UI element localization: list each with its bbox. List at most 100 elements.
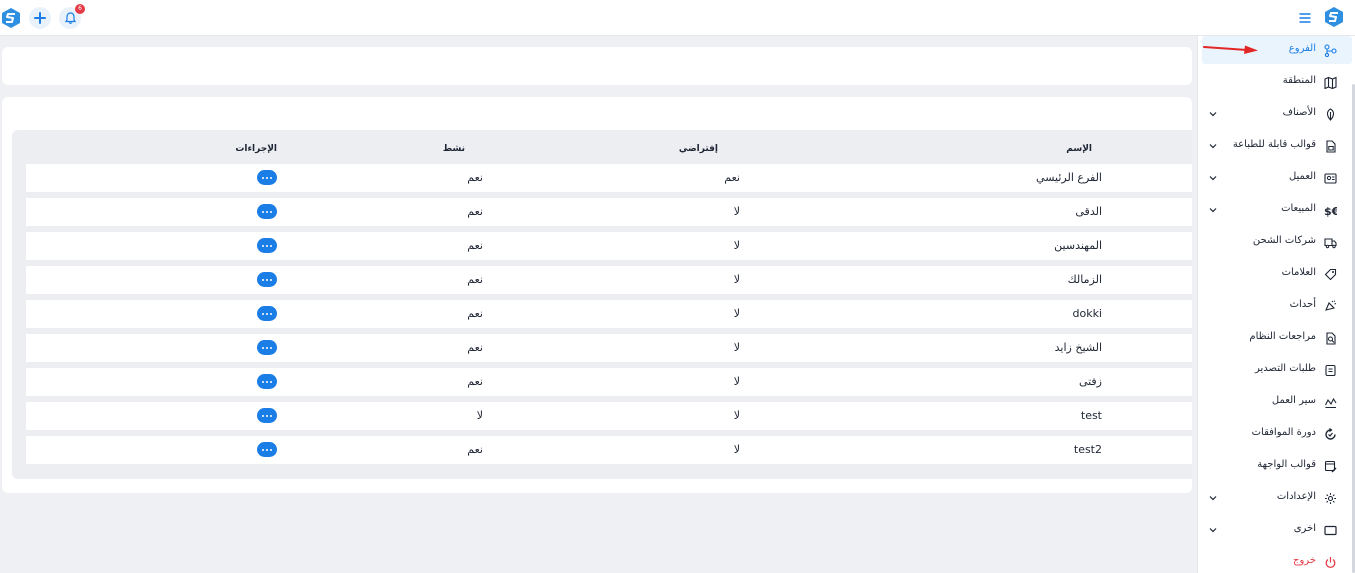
sidebar-item-approval-cycle[interactable]: دورة الموافقات — [1202, 420, 1352, 448]
notifications-button[interactable]: 6 — [59, 4, 85, 29]
column-header-default[interactable]: إفتراضي — [679, 144, 718, 154]
sidebar-item-truck[interactable]: شركات الشحن — [1202, 228, 1352, 256]
leaf-icon — [1324, 108, 1337, 121]
column-header-active[interactable]: نشط — [443, 144, 465, 154]
sidebar-item-tag[interactable]: العلامات — [1202, 260, 1352, 288]
map-icon — [1324, 76, 1337, 89]
more-icon — [262, 414, 272, 417]
cell-name: الفرع الرئيسي — [1036, 171, 1102, 184]
row-actions-button[interactable] — [257, 272, 277, 287]
add-button[interactable] — [29, 7, 51, 29]
cell-name: test2 — [1073, 443, 1102, 456]
svg-text:$€: $€ — [1324, 205, 1337, 217]
chevron-down-icon[interactable] — [1208, 525, 1218, 535]
more-icon — [262, 312, 272, 315]
chevron-down-icon[interactable] — [1208, 109, 1218, 119]
table-row[interactable]: الزمالك لا نعم — [26, 266, 1192, 294]
hamburger-icon — [1299, 13, 1311, 23]
sidebar-item-power[interactable]: خروج — [1202, 548, 1352, 573]
sidebar-item-gear[interactable]: الإعدادات — [1202, 484, 1352, 512]
branches-table-card: الإسم إفتراضي نشط الإجراءات الفرع الرئيس… — [2, 97, 1192, 493]
app-logo-right[interactable] — [1323, 6, 1345, 28]
table-row[interactable]: dokki لا نعم — [26, 300, 1192, 328]
branch-icon — [1324, 44, 1337, 57]
table-row[interactable]: الفرع الرئيسي نعم نعم — [26, 164, 1192, 192]
sidebar-item-label: العميل — [1288, 171, 1316, 182]
sidebar-item-window[interactable]: اخرى — [1202, 516, 1352, 544]
app-logo-left[interactable] — [0, 7, 22, 29]
cell-default: لا — [733, 239, 740, 252]
column-header-name[interactable]: الإسم — [1066, 144, 1092, 154]
row-actions-button[interactable] — [257, 340, 277, 355]
audit-icon — [1324, 332, 1337, 345]
sidebar-item-label: خروج — [1293, 555, 1316, 566]
more-icon — [262, 244, 272, 247]
sidebar-item-currency[interactable]: المبيعات $€ — [1202, 196, 1352, 224]
sidebar-item-customer[interactable]: العميل — [1202, 164, 1352, 192]
sidebar-item-workflow[interactable]: سير العمل — [1202, 388, 1352, 416]
row-actions-button[interactable] — [257, 170, 277, 185]
sidebar-item-label: الإعدادات — [1276, 491, 1316, 502]
cell-name: dokki — [1072, 307, 1102, 320]
event-icon — [1324, 300, 1337, 313]
sidebar-item-leaf[interactable]: الأصناف — [1202, 100, 1352, 128]
sidebar-item-event[interactable]: أحداث — [1202, 292, 1352, 320]
cell-default: لا — [733, 273, 740, 286]
sidebar-item-label: قوالب قابلة للطباعة — [1232, 139, 1316, 150]
more-icon — [262, 278, 272, 281]
more-icon — [262, 176, 272, 179]
cell-name: الزمالك — [1067, 273, 1102, 286]
filter-panel — [2, 47, 1192, 85]
sidebar-item-label: دورة الموافقات — [1251, 427, 1316, 438]
row-actions-button[interactable] — [257, 442, 277, 457]
sidebar-item-audit[interactable]: مراجعات النظام — [1202, 324, 1352, 352]
cell-default: لا — [733, 205, 740, 218]
more-icon — [262, 346, 272, 349]
cell-default: لا — [733, 307, 740, 320]
sidebar-item-label: العلامات — [1281, 267, 1316, 278]
cell-active: نعم — [467, 443, 483, 456]
row-actions-button[interactable] — [257, 238, 277, 253]
cell-default: لا — [733, 375, 740, 388]
menu-toggle-button[interactable] — [1297, 10, 1313, 26]
sidebar-item-map[interactable]: المنطقة — [1202, 68, 1352, 96]
bell-icon — [64, 12, 76, 24]
customer-icon — [1324, 172, 1337, 185]
chevron-down-icon[interactable] — [1208, 141, 1218, 151]
table-header: الإسم إفتراضي نشط الإجراءات — [12, 140, 1192, 160]
row-actions-button[interactable] — [257, 306, 277, 321]
cell-default: لا — [733, 341, 740, 354]
sidebar-item-ui-template[interactable]: قوالب الواجهة — [1202, 452, 1352, 480]
row-actions-button[interactable] — [257, 408, 277, 423]
table-row[interactable]: الشيخ زايد لا نعم — [26, 334, 1192, 362]
cell-name: الدقى — [1075, 205, 1102, 218]
cell-name: test — [1080, 409, 1102, 422]
sidebar-item-label: الأصناف — [1282, 107, 1316, 118]
cell-active: نعم — [467, 273, 483, 286]
currency-icon: $€ — [1324, 204, 1337, 217]
sidebar: الفروع المنطقة الأصناف قوالب قابلة للطباعة ا… — [1197, 36, 1355, 573]
table-row[interactable]: test2 لا نعم — [26, 436, 1192, 464]
print-template-icon — [1324, 140, 1337, 153]
cell-default: نعم — [724, 171, 740, 184]
table-row[interactable]: test لا لا — [26, 402, 1192, 430]
branches-table: الإسم إفتراضي نشط الإجراءات الفرع الرئيس… — [12, 130, 1192, 479]
gear-icon — [1324, 492, 1337, 505]
sidebar-item-print-template[interactable]: قوالب قابلة للطباعة — [1202, 132, 1352, 160]
chevron-down-icon[interactable] — [1208, 205, 1218, 215]
chevron-down-icon[interactable] — [1208, 493, 1218, 503]
ui-template-icon — [1324, 460, 1337, 473]
row-actions-button[interactable] — [257, 374, 277, 389]
sidebar-item-label: أحداث — [1289, 299, 1316, 310]
chevron-down-icon[interactable] — [1208, 173, 1218, 183]
cell-default: لا — [733, 443, 740, 456]
more-icon — [262, 380, 272, 383]
annotation-arrow-icon — [1203, 45, 1258, 54]
cell-name: زفتى — [1078, 375, 1102, 388]
row-actions-button[interactable] — [257, 204, 277, 219]
sidebar-item-label: قوالب الواجهة — [1257, 459, 1316, 470]
sidebar-item-export[interactable]: طلبات التصدير — [1202, 356, 1352, 384]
table-row[interactable]: المهندسين لا نعم — [26, 232, 1192, 260]
table-row[interactable]: زفتى لا نعم — [26, 368, 1192, 396]
table-row[interactable]: الدقى لا نعم — [26, 198, 1192, 226]
